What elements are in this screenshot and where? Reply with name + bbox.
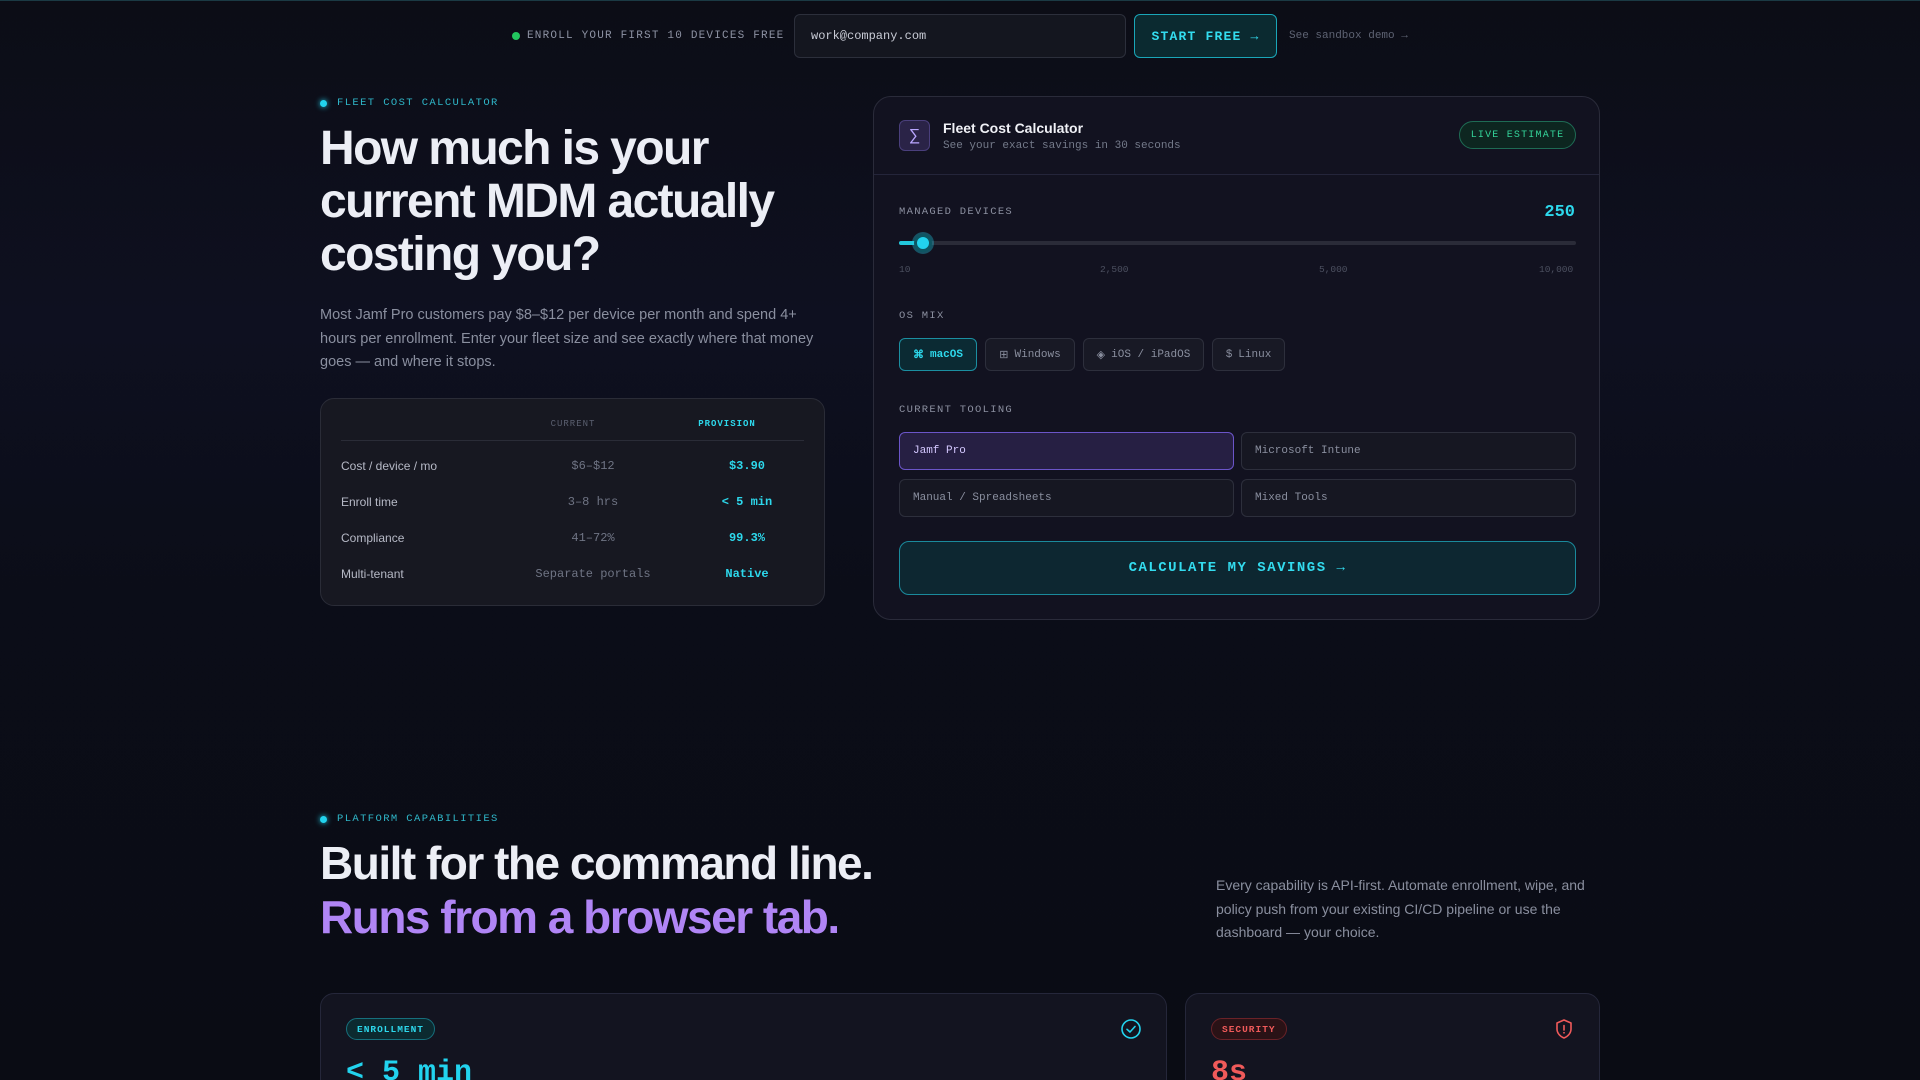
capabilities-title-line1: Built for the command line.	[320, 837, 874, 889]
capabilities-eyebrow: PLATFORM CAPABILITIES	[320, 813, 499, 825]
row-current: $6–$12	[571, 459, 615, 473]
calculate-savings-button[interactable]: CALCULATE MY SAVINGS →	[899, 541, 1576, 595]
enroll-note-text: ENROLL YOUR FIRST 10 DEVICES FREE	[527, 30, 785, 42]
table-row: Enroll time 3–8 hrs < 5 min	[341, 484, 804, 520]
shield-alert-icon	[1556, 1019, 1572, 1039]
os-mix-label: OS MIX	[899, 310, 945, 322]
status-dot-icon	[512, 32, 520, 40]
devices-label: MANAGED DEVICES	[899, 206, 1014, 218]
slider-tick: 2,500	[1100, 264, 1129, 275]
row-provision: Native	[725, 567, 769, 581]
feature-card-security: SECURITY 8s	[1185, 993, 1600, 1080]
diamond-icon: ◈	[1096, 349, 1106, 362]
capabilities-title-line2: Runs from a browser tab.	[320, 891, 840, 943]
email-field[interactable]	[794, 14, 1126, 58]
command-icon: ⌘	[912, 349, 924, 362]
row-label: Compliance	[341, 531, 405, 545]
tooling-option-manual[interactable]: Manual / Spreadsheets	[899, 479, 1234, 517]
capabilities-eyebrow-text: PLATFORM CAPABILITIES	[337, 813, 499, 825]
devices-value: 250	[1544, 203, 1575, 222]
os-option-ios[interactable]: ◈ iOS / iPadOS	[1083, 338, 1204, 371]
table-row: Compliance 41–72% 99.3%	[341, 520, 804, 556]
comparison-header: CURRENT PROVISION	[341, 417, 804, 441]
table-row: Cost / device / mo $6–$12 $3.90	[341, 448, 804, 484]
feature-metric: 8s	[1211, 1056, 1248, 1080]
enroll-note: ENROLL YOUR FIRST 10 DEVICES FREE	[512, 30, 784, 42]
row-provision: < 5 min	[721, 495, 773, 509]
capabilities-title: Built for the command line. Runs from a …	[320, 836, 1020, 944]
devices-slider[interactable]	[899, 234, 1576, 252]
os-option-label: macOS	[929, 348, 963, 361]
row-current: 3–8 hrs	[567, 495, 619, 509]
calculator-header: ∑ Fleet Cost Calculator See your exact s…	[874, 97, 1599, 175]
feature-card-enrollment: ENROLLMENT < 5 min	[320, 993, 1167, 1080]
feature-badge: ENROLLMENT	[346, 1018, 436, 1040]
hero-description: Most Jamf Pro customers pay $8–$12 per d…	[320, 307, 814, 370]
slider-tick: 10,000	[1539, 264, 1574, 275]
sandbox-demo-link[interactable]: See sandbox demo →	[1289, 30, 1408, 42]
start-free-button[interactable]: START FREE →	[1134, 14, 1277, 58]
tooling-option-mixed[interactable]: Mixed Tools	[1241, 479, 1576, 517]
row-current: 41–72%	[571, 531, 615, 545]
row-provision: 99.3%	[728, 531, 765, 545]
feature-metric: < 5 min	[346, 1056, 473, 1080]
row-label: Cost / device / mo	[341, 459, 438, 473]
calculator-subtitle: See your exact savings in 30 seconds	[943, 140, 1181, 152]
windows-icon: ⊞	[999, 349, 1009, 362]
live-estimate-badge: LIVE ESTIMATE	[1459, 121, 1576, 149]
row-label: Enroll time	[341, 495, 398, 509]
row-provision: $3.90	[728, 459, 765, 473]
column-provision: PROVISION	[698, 419, 756, 429]
tooling-option-intune[interactable]: Microsoft Intune	[1241, 432, 1576, 470]
os-option-label: Linux	[1238, 348, 1272, 361]
os-option-linux[interactable]: $ Linux	[1212, 338, 1285, 371]
os-option-windows[interactable]: ⊞ Windows	[985, 338, 1075, 371]
top-bar: ENROLL YOUR FIRST 10 DEVICES FREE START …	[0, 0, 1920, 70]
check-circle-icon	[1121, 1019, 1141, 1039]
calculator-title: Fleet Cost Calculator	[943, 120, 1084, 136]
calculator-card: ∑ Fleet Cost Calculator See your exact s…	[873, 96, 1600, 620]
terminal-icon: $	[1225, 348, 1233, 361]
eyebrow-dot-icon	[320, 815, 327, 823]
os-option-label: iOS / iPadOS	[1111, 348, 1191, 361]
slider-tick: 5,000	[1319, 264, 1348, 275]
slider-tick: 10	[899, 264, 911, 275]
table-row: Multi-tenant Separate portals Native	[341, 556, 804, 592]
tooling-label: CURRENT TOOLING	[899, 404, 1014, 416]
eyebrow-dot-icon	[320, 99, 327, 107]
feature-badge: SECURITY	[1211, 1018, 1287, 1040]
os-option-macos[interactable]: ⌘ macOS	[899, 338, 977, 371]
row-current: Separate portals	[535, 567, 651, 581]
sigma-icon: ∑	[899, 120, 930, 151]
capabilities-description: Every capability is API-first. Automate …	[1216, 877, 1585, 940]
hero-eyebrow: FLEET COST CALCULATOR	[320, 97, 499, 109]
comparison-table: CURRENT PROVISION Cost / device / mo $6–…	[320, 398, 825, 606]
row-label: Multi-tenant	[341, 567, 404, 581]
hero-title: How much is your current MDM actually co…	[320, 122, 775, 281]
column-current: CURRENT	[550, 419, 596, 429]
os-option-label: Windows	[1014, 348, 1061, 361]
slider-thumb[interactable]	[914, 234, 932, 252]
hero-eyebrow-text: FLEET COST CALCULATOR	[337, 97, 499, 109]
tooling-option-jamf[interactable]: Jamf Pro	[899, 432, 1234, 470]
